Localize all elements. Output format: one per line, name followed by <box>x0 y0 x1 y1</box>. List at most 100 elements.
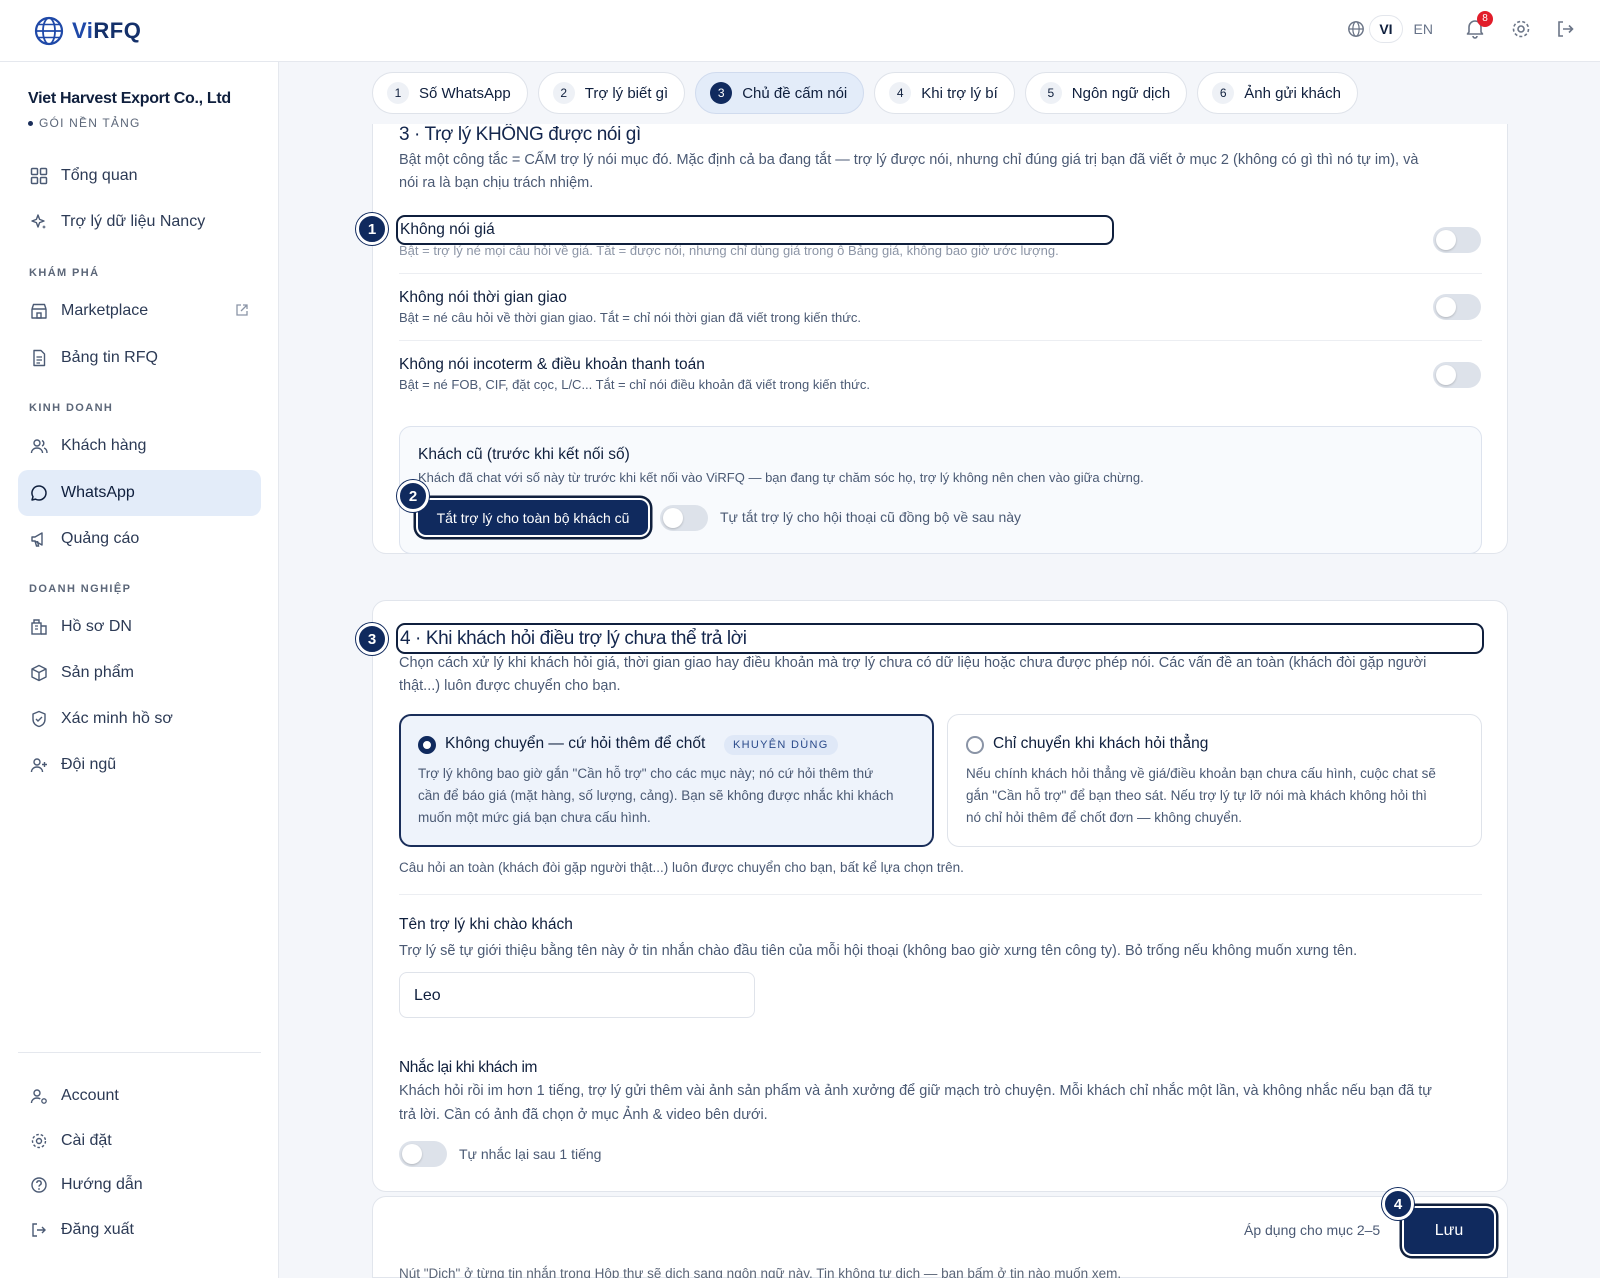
notifications-button[interactable]: 8 <box>1464 11 1493 41</box>
save-button[interactable]: Lưu <box>1404 1208 1494 1254</box>
section-3-desc-line1: Bật một công tắc = CẤM trợ lý nói mục đó… <box>399 152 1419 168</box>
globe-icon[interactable] <box>1347 20 1365 38</box>
sidebar-item-company-profile[interactable]: Hồ sơ DN <box>18 605 261 649</box>
sidebar-item-label: Cài đặt <box>61 1132 112 1149</box>
no-incoterm-toggle[interactable] <box>1433 362 1481 388</box>
sidebar-item-whatsapp[interactable]: WhatsApp <box>18 470 261 516</box>
notification-count-badge: 8 <box>1477 11 1493 27</box>
reminder-desc-line2: trả lời. Cần có ảnh đã chọn ở mục Ảnh & … <box>399 1107 768 1123</box>
step-marker-4: 4 <box>1382 1188 1414 1220</box>
user-settings-icon <box>30 1089 47 1104</box>
section-4-desc-line1: Chọn cách xử lý khi khách hỏi giá, thời … <box>399 655 1427 671</box>
no-price-toggle[interactable] <box>1433 227 1481 253</box>
no-delivery-time-toggle[interactable] <box>1433 294 1481 320</box>
lang-vi-button[interactable]: VI <box>1369 15 1403 43</box>
apply-note: Áp dụng cho mục 2–5 <box>1244 1222 1381 1238</box>
sidebar-item-verification[interactable]: Xác minh hồ sơ <box>18 697 261 741</box>
sparkles-icon <box>31 214 46 229</box>
sidebar-item-logout[interactable]: Đăng xuất <box>18 1208 261 1252</box>
logout-icon <box>32 1223 46 1237</box>
option-no-transfer-desc-3: muốn một mức giá bạn chưa cấu hình. <box>418 810 651 825</box>
tab-customer-images[interactable]: 6 Ảnh gửi khách <box>1197 72 1358 114</box>
sidebar-item-team[interactable]: Đội ngũ <box>18 743 261 787</box>
old-customers-title: Khách cũ (trước khi kết nối số) <box>418 446 630 463</box>
option-transfer-when-asked-radio[interactable] <box>966 736 984 754</box>
chat-bubble-icon <box>31 485 47 501</box>
building-icon <box>31 619 47 635</box>
grid-icon <box>30 167 48 185</box>
logout-icon[interactable] <box>1554 18 1576 40</box>
globe-logo-icon <box>34 16 64 46</box>
option-transfer-when-asked-desc-3: nó chỉ hỏi thêm để chốt đơn — không chuy… <box>966 810 1243 825</box>
tab-forbidden-topics[interactable]: 3 Chủ đề cấm nói <box>695 72 865 114</box>
step-marker-1: 1 <box>356 213 388 245</box>
section-explore: KHÁM PHÁ <box>29 267 100 279</box>
option-transfer-when-asked-title: Chỉ chuyển khi khách hỏi thẳng <box>993 735 1209 752</box>
sidebar-item-nancy[interactable]: Trợ lý dữ liệu Nancy <box>18 200 261 244</box>
language-switcher: VI EN <box>1347 15 1440 43</box>
top-right-controls: VI EN 8 <box>1347 11 1576 43</box>
megaphone-icon <box>31 532 43 547</box>
auto-disable-old-sync-toggle[interactable] <box>660 505 708 531</box>
sidebar-item-rfq-board[interactable]: Bảng tin RFQ <box>18 336 261 380</box>
sidebar-item-account[interactable]: Account <box>18 1074 261 1118</box>
users-icon <box>30 439 48 454</box>
sidebar-divider <box>18 1052 261 1053</box>
old-customers-desc: Khách đã chat với số này từ trước khi kế… <box>418 470 1144 485</box>
option-no-transfer-desc-2: cần để báo giá (mặt hàng, số lượng, cảng… <box>418 788 894 803</box>
sidebar-item-label: Sản phẩm <box>61 664 134 681</box>
sidebar-item-label: Đăng xuất <box>61 1221 134 1238</box>
tab-assistant-knowledge[interactable]: 2 Trợ lý biết gì <box>537 72 686 114</box>
step-marker-3: 3 <box>356 623 388 655</box>
no-incoterm-title: Không nói incoterm & điều khoản thanh to… <box>399 356 705 373</box>
disable-assistant-old-customers-button[interactable]: Tắt trợ lý cho toàn bộ khách cũ <box>418 500 648 535</box>
sidebar-item-label: Bảng tin RFQ <box>61 349 158 366</box>
sidebar-item-overview[interactable]: Tổng quan <box>18 154 261 198</box>
sidebar-item-label: Marketplace <box>61 302 149 319</box>
sidebar-item-help[interactable]: Hướng dẫn <box>18 1163 261 1207</box>
safety-note: Câu hỏi an toàn (khách đòi gặp người thậ… <box>399 860 964 875</box>
sidebar-item-marketplace[interactable]: Marketplace <box>18 289 261 333</box>
recommended-badge: KHUYÊN DÙNG <box>724 735 838 755</box>
option-no-transfer-title: Không chuyển — cứ hỏi thêm để chốt <box>445 735 706 752</box>
reminder-toggle-label: Tự nhắc lại sau 1 tiếng <box>459 1146 602 1162</box>
bottom-peek-text: Nút "Dịch" ở từng tin nhắn trong Hộp thư… <box>399 1266 1122 1278</box>
step-marker-2: 2 <box>397 480 429 512</box>
sidebar-item-label: Đội ngũ <box>61 756 117 773</box>
assistant-name-title: Tên trợ lý khi chào khách <box>399 916 573 933</box>
tab-translation-language[interactable]: 5 Ngôn ngữ dịch <box>1024 72 1188 114</box>
option-transfer-when-asked-desc-2: gắn "Cần hỗ trợ" để bạn theo sát. Nếu tr… <box>966 788 1427 803</box>
section-3-desc-line2: nói ra là bạn chịu trách nhiệm. <box>399 175 594 191</box>
option-transfer-when-asked-desc-1: Nếu chính khách hỏi thẳng về giá/điều kh… <box>966 766 1436 781</box>
gear-icon[interactable] <box>1510 18 1532 40</box>
highlight-box-1 <box>396 215 1114 245</box>
sidebar-item-ads[interactable]: Quảng cáo <box>18 517 261 561</box>
logo[interactable]: ViRFQ <box>34 16 141 46</box>
plan-label: GÓI NỀN TẢNG <box>28 116 141 130</box>
sidebar-item-settings[interactable]: Cài đặt <box>18 1119 261 1163</box>
highlight-box-3 <box>396 623 1484 654</box>
sidebar-item-label: Quảng cáo <box>61 530 140 547</box>
lang-en-button[interactable]: EN <box>1407 16 1440 42</box>
sidebar-item-label: Hướng dẫn <box>61 1176 143 1193</box>
tab-whatsapp-number[interactable]: 1 Số WhatsApp <box>372 72 528 114</box>
app-root: ViRFQ VI EN 8 Viet Harvest Export Co., L… <box>0 0 1600 1278</box>
step-tabs: 1 Số WhatsApp 2 Trợ lý biết gì 3 Chủ đề cấm… <box>372 72 1358 114</box>
option-no-transfer-radio[interactable] <box>418 736 436 754</box>
sidebar-item-label: Khách hàng <box>61 437 147 454</box>
reminder-toggle[interactable] <box>399 1141 447 1167</box>
section-business: KINH DOANH <box>29 402 114 414</box>
sidebar-item-products[interactable]: Sản phẩm <box>18 651 261 695</box>
gear-icon <box>31 1133 47 1149</box>
sidebar-item-label: Hồ sơ DN <box>61 618 132 635</box>
top-bar: ViRFQ VI EN 8 <box>0 0 1600 62</box>
sidebar-item-label: Xác minh hồ sơ <box>61 710 173 727</box>
assistant-name-desc: Trợ lý sẽ tự giới thiệu bằng tên này ở t… <box>399 943 1358 959</box>
tab-when-stuck[interactable]: 4 Khi trợ lý bí <box>874 72 1015 114</box>
no-delivery-time-sub: Bật = né câu hỏi về thời gian giao. Tắt … <box>399 310 862 325</box>
section-enterprise: DOANH NGHIỆP <box>29 583 132 595</box>
sidebar-item-customers[interactable]: Khách hàng <box>18 424 261 468</box>
assistant-name-input[interactable]: Leo <box>399 972 755 1018</box>
help-circle-icon <box>31 1177 47 1193</box>
box-icon <box>31 664 47 682</box>
